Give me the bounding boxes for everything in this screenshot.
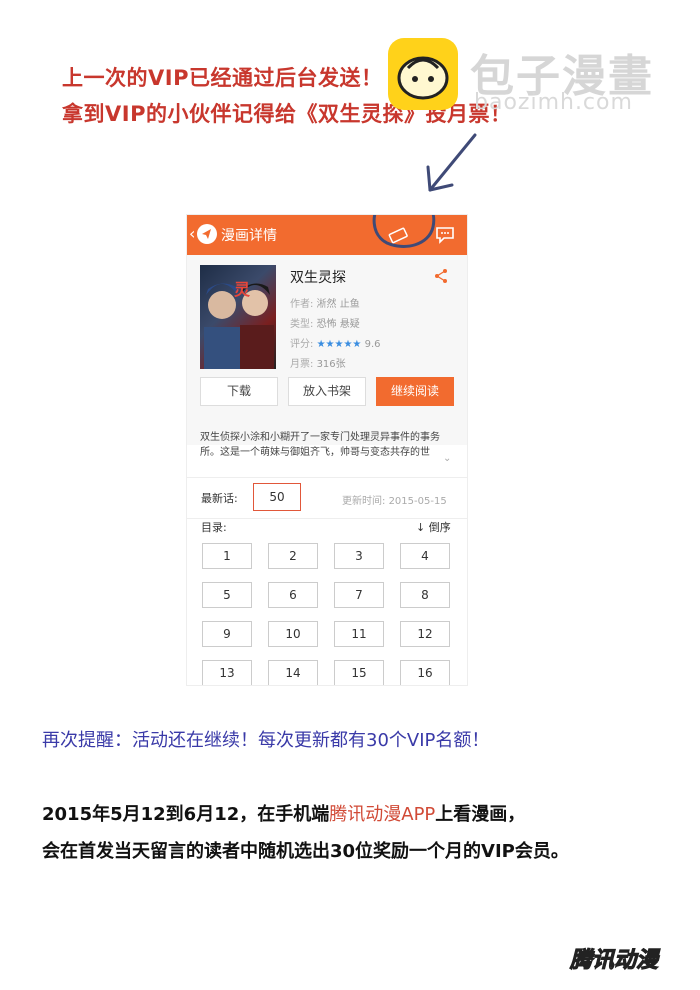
watermark-url: baozimh.com: [474, 90, 633, 115]
chapter-button[interactable]: 5: [202, 582, 252, 608]
author-label: 作者:: [290, 299, 314, 310]
chapter-button[interactable]: 2: [268, 543, 318, 569]
share-icon[interactable]: [433, 268, 449, 288]
update-label: 更新时间:: [342, 496, 386, 507]
update-time: 更新时间: 2015-05-15: [342, 492, 447, 507]
rating-value: 9.6: [364, 339, 381, 350]
rating-row: 评分: ★★★★★ 9.6: [290, 335, 380, 350]
chapter-button[interactable]: 9: [202, 621, 252, 647]
chapter-button[interactable]: 7: [334, 582, 384, 608]
chapter-button[interactable]: 14: [268, 660, 318, 685]
page-title: 漫画详情: [221, 228, 277, 244]
comic-info: 灵 双生灵探 作者: 淅然 止鱼 类型: 恐怖 悬疑 评分: ★★★★★ 9.6…: [187, 255, 467, 445]
toc-label: 目录:: [201, 521, 227, 534]
latest-chapter-button[interactable]: 50: [253, 483, 301, 511]
chapter-button[interactable]: 16: [400, 660, 450, 685]
comic-cover-image[interactable]: 灵: [200, 265, 276, 369]
campaign-line-2: 会在首发当天留言的读者中随机选出30位奖励一个月的VIP会员。: [42, 841, 569, 862]
expand-chevron-icon[interactable]: ⌄: [443, 453, 451, 464]
chapter-button[interactable]: 6: [268, 582, 318, 608]
comic-title: 双生灵探: [290, 270, 346, 286]
comic-description: 双生侦探小涂和小糊开了一家专门处理灵异事件的事务所。这是一个萌妹与御姐齐飞，帅哥…: [200, 432, 440, 458]
chapter-button[interactable]: 3: [334, 543, 384, 569]
annotation-circle: [372, 215, 436, 248]
chapter-button[interactable]: 15: [334, 660, 384, 685]
reminder-text: 再次提醒：活动还在继续！每次更新都有30个VIP名额！: [42, 730, 490, 751]
monthly-value: 316张: [316, 359, 346, 370]
campaign-line-1-post: 上看漫画，: [435, 804, 526, 825]
sort-toggle[interactable]: ↓ 倒序: [416, 519, 451, 535]
chapter-button[interactable]: 4: [400, 543, 450, 569]
comic-detail-screen: ‹ 漫画详情 灵 双生灵探 作者: 淅然 止鱼 类型: 恐怖 悬疑 评分: ★★…: [187, 215, 467, 685]
continue-reading-button[interactable]: 继续阅读: [376, 377, 454, 406]
type-row: 类型: 恐怖 悬疑: [290, 315, 360, 330]
latest-row: 最新话: 50 更新时间: 2015-05-15: [187, 477, 467, 519]
chapter-button[interactable]: 11: [334, 621, 384, 647]
tencent-comic-logo: 腾讯动漫: [569, 948, 659, 974]
chapter-button[interactable]: 1: [202, 543, 252, 569]
author-value: 淅然 止鱼: [316, 299, 360, 310]
chapter-button[interactable]: 8: [400, 582, 450, 608]
campaign-line-1: 2015年5月12到6月12，在手机端腾讯动漫APP上看漫画，: [42, 800, 525, 826]
update-value: 2015-05-15: [388, 496, 447, 507]
monthly-row: 月票: 316张: [290, 355, 346, 370]
note-line-1: 上一次的VIP已经通过后台发送！: [62, 66, 383, 90]
tencent-app-link: 腾讯动漫APP: [329, 804, 436, 825]
svg-text:灵: 灵: [234, 280, 251, 299]
monthly-label: 月票:: [290, 359, 314, 370]
chapter-button[interactable]: 10: [268, 621, 318, 647]
app-logo-icon: [197, 224, 217, 244]
latest-label: 最新话:: [201, 492, 238, 505]
chapter-button[interactable]: 12: [400, 621, 450, 647]
campaign-line-1-pre: 2015年5月12到6月12，在手机端: [42, 804, 330, 825]
type-value: 恐怖 悬疑: [316, 319, 360, 330]
chapter-button[interactable]: 13: [202, 660, 252, 685]
rating-stars-icon: ★★★★★: [316, 339, 362, 350]
baozi-logo-icon: [388, 38, 458, 110]
rating-label: 评分:: [290, 339, 314, 350]
type-label: 类型:: [290, 319, 314, 330]
add-to-shelf-button[interactable]: 放入书架: [288, 377, 366, 406]
download-button[interactable]: 下载: [200, 377, 278, 406]
back-button[interactable]: ‹: [189, 224, 195, 243]
author-row: 作者: 淅然 止鱼: [290, 295, 360, 310]
